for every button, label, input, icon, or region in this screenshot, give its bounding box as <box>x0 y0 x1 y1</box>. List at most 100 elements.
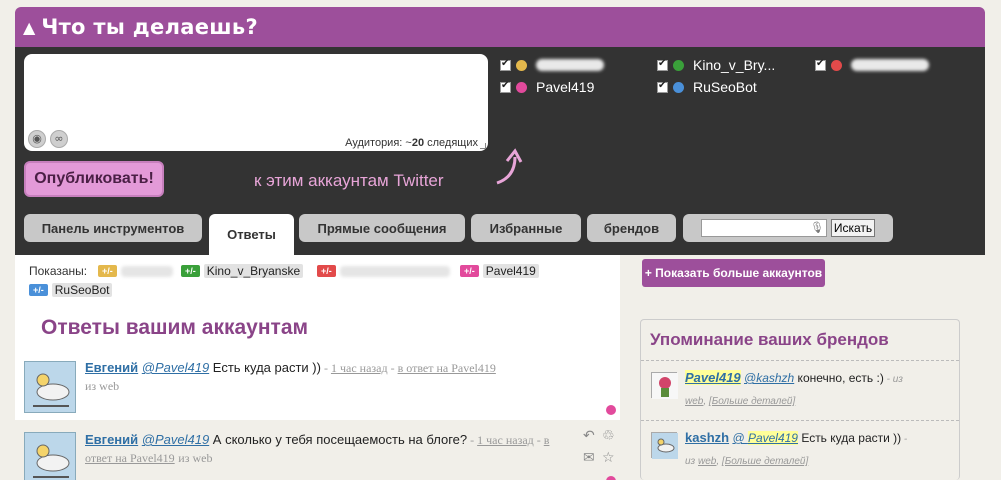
avatar[interactable] <box>24 432 76 480</box>
tweet-text: А сколько у тебя посещаемость на блоге? <box>209 432 468 447</box>
more-details-link[interactable]: [Больше деталей] <box>722 456 808 467</box>
publish-button[interactable]: Опубликовать! <box>24 161 164 197</box>
divider <box>641 420 959 421</box>
timestamp-link[interactable]: 1 час назад <box>477 433 534 447</box>
account-name: Kino_v_Bry... <box>693 57 776 73</box>
tweet-author-link[interactable]: Евгений <box>85 432 138 447</box>
account-filter-chip[interactable]: +/- <box>317 264 450 278</box>
mention-body: Есть куда расти )) <box>797 431 902 445</box>
collapse-triangle-icon[interactable]: ▲ <box>23 18 35 37</box>
curved-arrow-icon <box>496 148 523 185</box>
in-reply-to-link[interactable]: в ответ на Pavel419 <box>398 361 496 375</box>
shown-label: Показаны: <box>29 264 88 278</box>
show-more-accounts-button[interactable]: + Показать больше аккаунтов <box>642 259 825 287</box>
audience-count: Аудитория: ~20 следящих <box>345 137 478 149</box>
resize-grip-icon[interactable] <box>480 143 486 149</box>
separator: - <box>387 361 398 375</box>
account-option[interactable] <box>500 57 604 73</box>
favorite-star-icon[interactable]: ☆ <box>602 450 615 466</box>
search-input[interactable]: 🎙 <box>701 219 827 237</box>
account-checkbox[interactable] <box>815 58 826 71</box>
mention-item: Pavel419 @kashzh конечно, есть :) - из w… <box>651 368 956 410</box>
account-color-dot <box>516 81 527 93</box>
separator: - <box>467 433 478 447</box>
toggle-account-button[interactable]: +/- <box>181 265 200 277</box>
mention-text: kashzh @ Pavel419 Есть куда расти )) - и… <box>685 430 908 467</box>
search-button[interactable]: Искать <box>831 219 875 237</box>
account-color-dot <box>516 59 527 71</box>
mention-meta: - <box>901 434 908 445</box>
mention-link[interactable]: @Pavel419 <box>142 360 209 375</box>
link-icon[interactable]: ∞ <box>50 130 68 148</box>
account-filter-chip[interactable]: +/- RuSeoBot <box>29 283 113 297</box>
tweet-text: Есть куда расти )) <box>209 360 321 375</box>
accounts-hint: к этим аккаунтам Twitter <box>254 171 444 190</box>
account-color-dot <box>673 59 684 71</box>
search-box: 🎙 Искать <box>683 214 893 242</box>
camera-icon[interactable]: ◉ <box>28 130 46 148</box>
avatar[interactable] <box>651 432 678 459</box>
account-name: Pavel419 <box>536 79 595 95</box>
avatar-image <box>25 362 75 412</box>
chip-label: Kino_v_Bryanske <box>203 264 304 278</box>
avatar[interactable] <box>24 361 76 413</box>
account-color-dot <box>831 59 842 71</box>
redacted-account-name <box>120 265 173 277</box>
account-option[interactable]: Pavel419 <box>500 79 594 95</box>
account-checkbox[interactable] <box>657 80 668 93</box>
reply-icon[interactable]: ↶ <box>583 428 595 444</box>
chip-label: Pavel419 <box>482 264 539 278</box>
mention-link[interactable]: @Pavel419 <box>142 432 209 447</box>
tweet-textarea[interactable]: ◉ ∞ Аудитория: ~20 следящих <box>24 54 488 151</box>
brand-mentions-heading: Упоминание ваших брендов <box>650 330 889 349</box>
divider <box>641 360 959 361</box>
account-checkbox[interactable] <box>500 58 511 71</box>
tweet-body: Евгений @Pavel419 А сколько у тебя посещ… <box>85 431 565 467</box>
more-details-link[interactable]: [Больше деталей] <box>709 396 795 407</box>
tweet-item: Евгений @Pavel419 А сколько у тебя посещ… <box>15 428 620 480</box>
account-option[interactable] <box>815 57 929 73</box>
redacted-account-name <box>851 59 929 71</box>
avatar[interactable] <box>651 372 678 399</box>
toggle-account-button[interactable]: +/- <box>317 265 336 277</box>
tweet-source: из web <box>178 451 213 465</box>
account-filter-chip[interactable]: +/- Pavel419 <box>460 264 539 278</box>
mention-body: конечно, есть :) <box>794 371 884 385</box>
timestamp-link[interactable]: 1 час назад <box>331 361 388 375</box>
account-color-dot <box>606 476 616 480</box>
tab-dashboard[interactable]: Панель инструментов <box>24 214 202 242</box>
mention-link[interactable]: @kashzh <box>744 371 794 385</box>
separator: - <box>320 361 331 375</box>
tab-replies[interactable]: Ответы <box>209 214 294 255</box>
toggle-account-button[interactable]: +/- <box>98 265 117 277</box>
redacted-account-name <box>536 59 604 71</box>
direct-message-icon[interactable]: ✉ <box>583 450 595 466</box>
avatar-image <box>25 433 75 480</box>
account-filter-chip[interactable]: +/- <box>98 264 173 278</box>
account-checkbox[interactable] <box>657 58 668 71</box>
toggle-account-button[interactable]: +/- <box>460 265 479 277</box>
microphone-icon[interactable]: 🎙 <box>810 221 824 234</box>
account-checkbox[interactable] <box>500 80 511 93</box>
mention-source-link[interactable]: web <box>685 396 703 407</box>
brand-mentions-panel: Упоминание ваших брендов Pavel419 @kashz… <box>640 319 960 480</box>
tweet-author-link[interactable]: Евгений <box>85 360 138 375</box>
mention-author-link[interactable]: Pavel419 <box>685 370 741 385</box>
mention-link[interactable]: @ Pavel419 <box>732 431 798 445</box>
account-option[interactable]: Kino_v_Bry... <box>657 57 775 73</box>
account-filter-chip[interactable]: +/- Kino_v_Bryanske <box>181 264 304 278</box>
tab-favorites[interactable]: Избранные <box>471 214 581 242</box>
tweet-body: Евгений @Pavel419 Есть куда расти )) - 1… <box>85 359 555 395</box>
tab-brands[interactable]: брендов <box>587 214 676 242</box>
tab-direct-messages[interactable]: Прямые сообщения <box>299 214 465 242</box>
avatar-image <box>652 433 678 459</box>
mention-author-link[interactable]: kashzh <box>685 430 729 445</box>
account-option[interactable]: RuSeoBot <box>657 79 757 95</box>
replies-heading: Ответы вашим аккаунтам <box>41 316 309 339</box>
retweet-icon[interactable]: ♲ <box>602 428 615 444</box>
tweet-item: Евгений @Pavel419 Есть куда расти )) - 1… <box>15 356 620 420</box>
mention-source-link[interactable]: web <box>698 456 716 467</box>
page-title: Что ты делаешь? <box>41 15 258 39</box>
compose-panel: ◉ ∞ Аудитория: ~20 следящих Kino_v_Bry..… <box>15 47 985 255</box>
toggle-account-button[interactable]: +/- <box>29 284 48 296</box>
